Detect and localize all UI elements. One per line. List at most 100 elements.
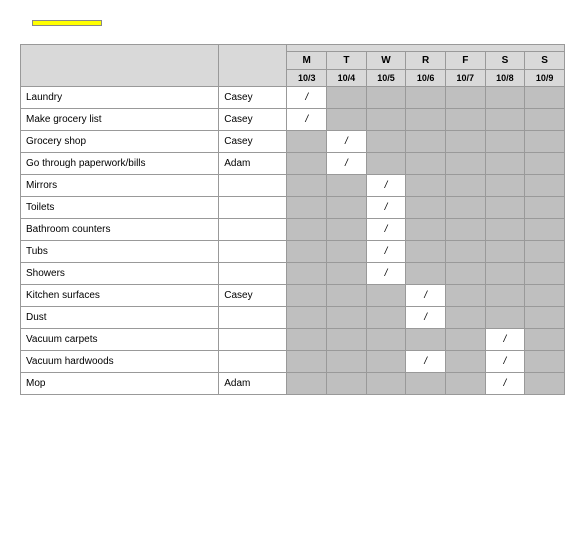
date-header: 10/9	[525, 70, 565, 87]
empty-cell	[525, 285, 565, 307]
check-mark: /	[406, 285, 446, 307]
empty-cell	[525, 131, 565, 153]
chore-owner	[219, 307, 287, 329]
check-mark: /	[287, 87, 327, 109]
empty-cell	[366, 131, 406, 153]
empty-cell	[525, 351, 565, 373]
chore-owner	[219, 263, 287, 285]
day-header-r: R	[406, 52, 446, 70]
chore-name: Vacuum hardwoods	[21, 351, 219, 373]
empty-cell	[366, 329, 406, 351]
empty-cell	[406, 329, 446, 351]
start-date-value[interactable]	[32, 20, 102, 26]
empty-cell	[287, 263, 327, 285]
chore-name: Make grocery list	[21, 109, 219, 131]
empty-cell	[525, 307, 565, 329]
empty-cell	[327, 329, 367, 351]
table-row: Bathroom counters/	[21, 219, 565, 241]
chore-name: Toilets	[21, 197, 219, 219]
empty-cell	[327, 109, 367, 131]
empty-cell	[445, 197, 485, 219]
empty-cell	[445, 241, 485, 263]
empty-cell	[525, 263, 565, 285]
empty-cell	[366, 153, 406, 175]
empty-cell	[287, 285, 327, 307]
empty-cell	[406, 109, 446, 131]
owner-col-header	[219, 45, 287, 87]
check-mark: /	[406, 307, 446, 329]
table-row: Kitchen surfacesCasey/	[21, 285, 565, 307]
empty-cell	[445, 263, 485, 285]
week-header	[287, 45, 565, 52]
check-mark: /	[406, 351, 446, 373]
chore-owner: Casey	[219, 87, 287, 109]
empty-cell	[287, 307, 327, 329]
empty-cell	[406, 175, 446, 197]
empty-cell	[485, 109, 525, 131]
empty-cell	[366, 307, 406, 329]
empty-cell	[445, 373, 485, 395]
empty-cell	[327, 197, 367, 219]
chore-name: Laundry	[21, 87, 219, 109]
table-row: Dust/	[21, 307, 565, 329]
empty-cell	[287, 329, 327, 351]
empty-cell	[327, 285, 367, 307]
date-header: 10/5	[366, 70, 406, 87]
empty-cell	[525, 175, 565, 197]
empty-cell	[406, 153, 446, 175]
empty-cell	[287, 219, 327, 241]
empty-cell	[327, 219, 367, 241]
table-row: Showers/	[21, 263, 565, 285]
empty-cell	[485, 241, 525, 263]
empty-cell	[287, 131, 327, 153]
empty-cell	[525, 329, 565, 351]
empty-cell	[287, 197, 327, 219]
empty-cell	[406, 373, 446, 395]
empty-cell	[485, 197, 525, 219]
empty-cell	[327, 307, 367, 329]
empty-cell	[406, 131, 446, 153]
chore-name: Grocery shop	[21, 131, 219, 153]
chores-col-header	[21, 45, 219, 87]
table-row: LaundryCasey/	[21, 87, 565, 109]
check-mark: /	[485, 373, 525, 395]
date-header: 10/8	[485, 70, 525, 87]
empty-cell	[485, 87, 525, 109]
empty-cell	[485, 263, 525, 285]
check-mark: /	[485, 351, 525, 373]
header-section	[20, 20, 565, 26]
empty-cell	[366, 109, 406, 131]
empty-cell	[525, 87, 565, 109]
empty-cell	[485, 131, 525, 153]
empty-cell	[287, 351, 327, 373]
empty-cell	[525, 197, 565, 219]
empty-cell	[445, 131, 485, 153]
date-header: 10/6	[406, 70, 446, 87]
check-mark: /	[366, 175, 406, 197]
table-row: Grocery shopCasey/	[21, 131, 565, 153]
check-mark: /	[366, 219, 406, 241]
chore-owner: Casey	[219, 285, 287, 307]
empty-cell	[327, 373, 367, 395]
empty-cell	[287, 241, 327, 263]
empty-cell	[406, 241, 446, 263]
empty-cell	[445, 329, 485, 351]
empty-cell	[406, 219, 446, 241]
day-header-m: M	[287, 52, 327, 70]
empty-cell	[406, 197, 446, 219]
empty-cell	[445, 87, 485, 109]
empty-cell	[485, 285, 525, 307]
chore-name: Vacuum carpets	[21, 329, 219, 351]
table-row: Toilets/	[21, 197, 565, 219]
chore-owner	[219, 175, 287, 197]
empty-cell	[485, 175, 525, 197]
empty-cell	[366, 87, 406, 109]
empty-cell	[287, 175, 327, 197]
day-header-s: S	[525, 52, 565, 70]
chore-owner	[219, 351, 287, 373]
check-mark: /	[327, 153, 367, 175]
empty-cell	[366, 285, 406, 307]
day-header-f: F	[445, 52, 485, 70]
chore-name: Mirrors	[21, 175, 219, 197]
empty-cell	[287, 153, 327, 175]
